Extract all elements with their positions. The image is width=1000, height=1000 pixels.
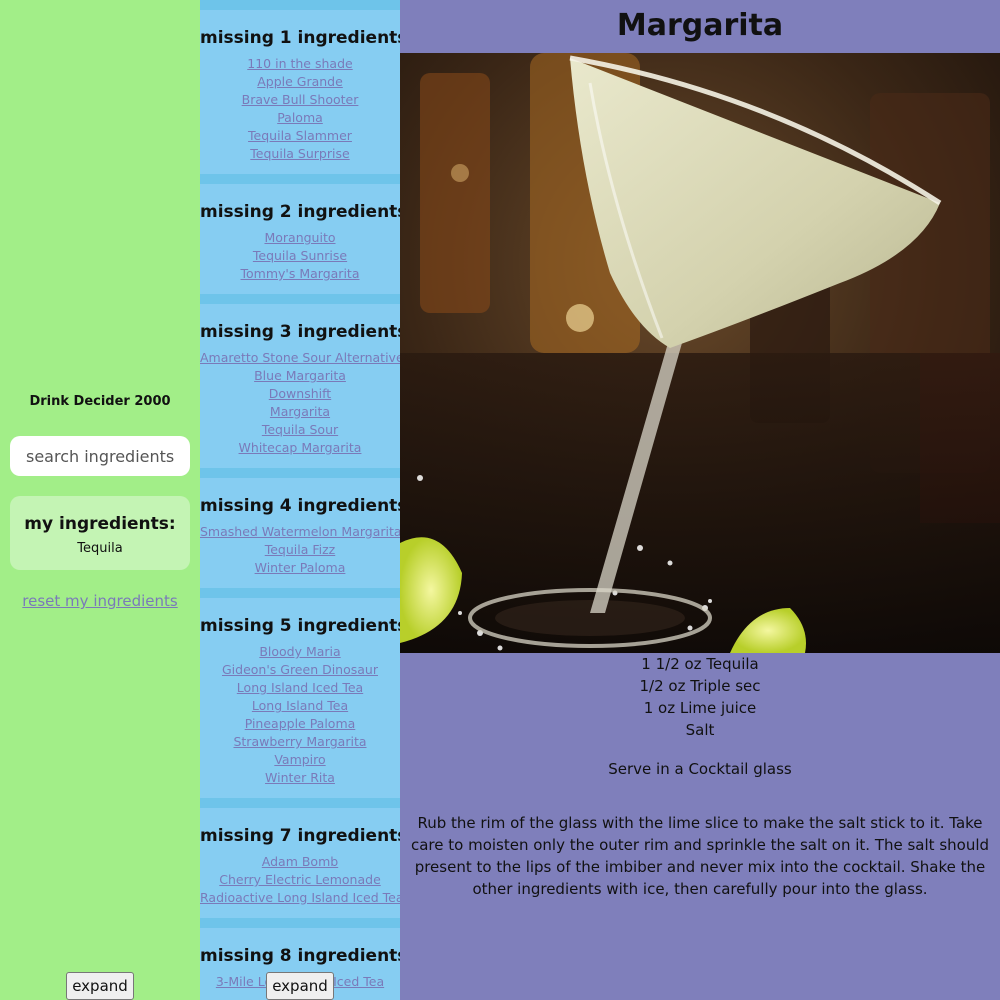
glass-type: Serve in a Cocktail glass xyxy=(608,760,792,778)
missing-group-title: missing 8 ingredients xyxy=(200,946,400,966)
missing-group: missing 3 ingredients Amaretto Stone Sou… xyxy=(200,304,400,468)
reset-ingredients-link[interactable]: reset my ingredients xyxy=(0,592,200,610)
search-input[interactable] xyxy=(10,436,190,476)
drink-link[interactable]: Smashed Watermelon Margarita xyxy=(200,523,400,541)
drink-list: Moranguito Tequila Sunrise Tommy's Marga… xyxy=(200,229,400,283)
missing-group-title: missing 3 ingredients xyxy=(200,322,400,342)
drink-link[interactable]: Pineapple Paloma xyxy=(200,715,400,733)
drink-link[interactable]: Tequila Surprise xyxy=(200,145,400,163)
drink-link[interactable]: Downshift xyxy=(200,385,400,403)
drink-link[interactable]: Brave Bull Shooter xyxy=(200,91,400,109)
drink-link[interactable]: Tommy's Margarita xyxy=(200,265,400,283)
drink-link[interactable]: Winter Rita xyxy=(200,769,400,787)
missing-ingredients-column: missing 1 ingredients 110 in the shade A… xyxy=(200,0,400,1000)
drink-detail-panel: Margarita 1 1/2 oz Tequila 1/2 oz Triple… xyxy=(400,0,1000,1000)
drink-list: Adam Bomb Cherry Electric Lemonade Radio… xyxy=(200,853,400,907)
drink-link[interactable]: 110 in the shade xyxy=(200,55,400,73)
drink-link[interactable]: Adam Bomb xyxy=(200,853,400,871)
instructions: Rub the rim of the glass with the lime s… xyxy=(410,814,990,898)
drink-link[interactable]: Tequila Sour xyxy=(200,421,400,439)
drink-title: Margarita xyxy=(616,8,784,43)
app-title: Drink Decider 2000 xyxy=(29,394,171,409)
missing-group: missing 2 ingredients Moranguito Tequila… xyxy=(200,184,400,294)
drink-link[interactable]: Tequila Sunrise xyxy=(200,247,400,265)
my-ingredients-title: my ingredients: xyxy=(24,514,176,534)
drink-link[interactable]: Winter Paloma xyxy=(200,559,400,577)
missing-group-title: missing 2 ingredients xyxy=(200,202,400,222)
drink-link[interactable]: Paloma xyxy=(200,109,400,127)
drink-link[interactable]: Amaretto Stone Sour Alternative xyxy=(200,349,400,367)
drink-list: 110 in the shade Apple Grande Brave Bull… xyxy=(200,55,400,163)
drink-list: Amaretto Stone Sour Alternative Blue Mar… xyxy=(200,349,400,457)
expand-button[interactable]: expand xyxy=(266,972,334,1000)
ingredients-list: 1 1/2 oz Tequila 1/2 oz Triple sec 1 oz … xyxy=(400,653,1000,741)
missing-group-title: missing 1 ingredients xyxy=(200,28,400,48)
drink-list: Smashed Watermelon Margarita Tequila Fiz… xyxy=(200,523,400,577)
my-ingredients-panel: my ingredients: Tequila xyxy=(10,496,190,570)
missing-group: missing 4 ingredients Smashed Watermelon… xyxy=(200,478,400,588)
missing-group-title: missing 4 ingredients xyxy=(200,496,400,516)
drink-link[interactable]: Long Island Tea xyxy=(200,697,400,715)
missing-group-title: missing 5 ingredients xyxy=(200,616,400,636)
drink-link[interactable]: Whitecap Margarita xyxy=(200,439,400,457)
drink-link[interactable]: Cherry Electric Lemonade xyxy=(200,871,400,889)
drink-link[interactable]: Radioactive Long Island Iced Tea xyxy=(200,889,400,907)
missing-group: missing 1 ingredients 110 in the shade A… xyxy=(200,10,400,174)
drink-list: Bloody Maria Gideon's Green Dinosaur Lon… xyxy=(200,643,400,787)
ingredient-line: 1/2 oz Triple sec xyxy=(639,677,761,695)
drink-link[interactable]: Margarita xyxy=(200,403,400,421)
ingredient-line: 1 1/2 oz Tequila xyxy=(641,655,759,673)
drink-link[interactable]: Bloody Maria xyxy=(200,643,400,661)
my-ingredient-item[interactable]: Tequila xyxy=(10,541,190,556)
drink-link[interactable]: Vampiro xyxy=(200,751,400,769)
drink-link[interactable]: Blue Margarita xyxy=(200,367,400,385)
ingredient-line: Salt xyxy=(685,721,715,739)
drink-link[interactable]: Apple Grande xyxy=(200,73,400,91)
drink-photo xyxy=(400,53,1000,653)
sidebar: Drink Decider 2000 my ingredients: Tequi… xyxy=(0,0,200,1000)
ingredient-line: 1 oz Lime juice xyxy=(643,699,757,717)
drink-link[interactable]: Tequila Slammer xyxy=(200,127,400,145)
drink-link[interactable]: Tequila Fizz xyxy=(200,541,400,559)
drink-link[interactable]: Gideon's Green Dinosaur xyxy=(200,661,400,679)
drink-link[interactable]: Moranguito xyxy=(200,229,400,247)
drink-link[interactable]: Strawberry Margarita xyxy=(200,733,400,751)
missing-group: missing 5 ingredients Bloody Maria Gideo… xyxy=(200,598,400,798)
missing-group: missing 7 ingredients Adam Bomb Cherry E… xyxy=(200,808,400,918)
missing-group-title: missing 7 ingredients xyxy=(200,826,400,846)
drink-link[interactable]: Long Island Iced Tea xyxy=(200,679,400,697)
expand-button[interactable]: expand xyxy=(66,972,134,1000)
